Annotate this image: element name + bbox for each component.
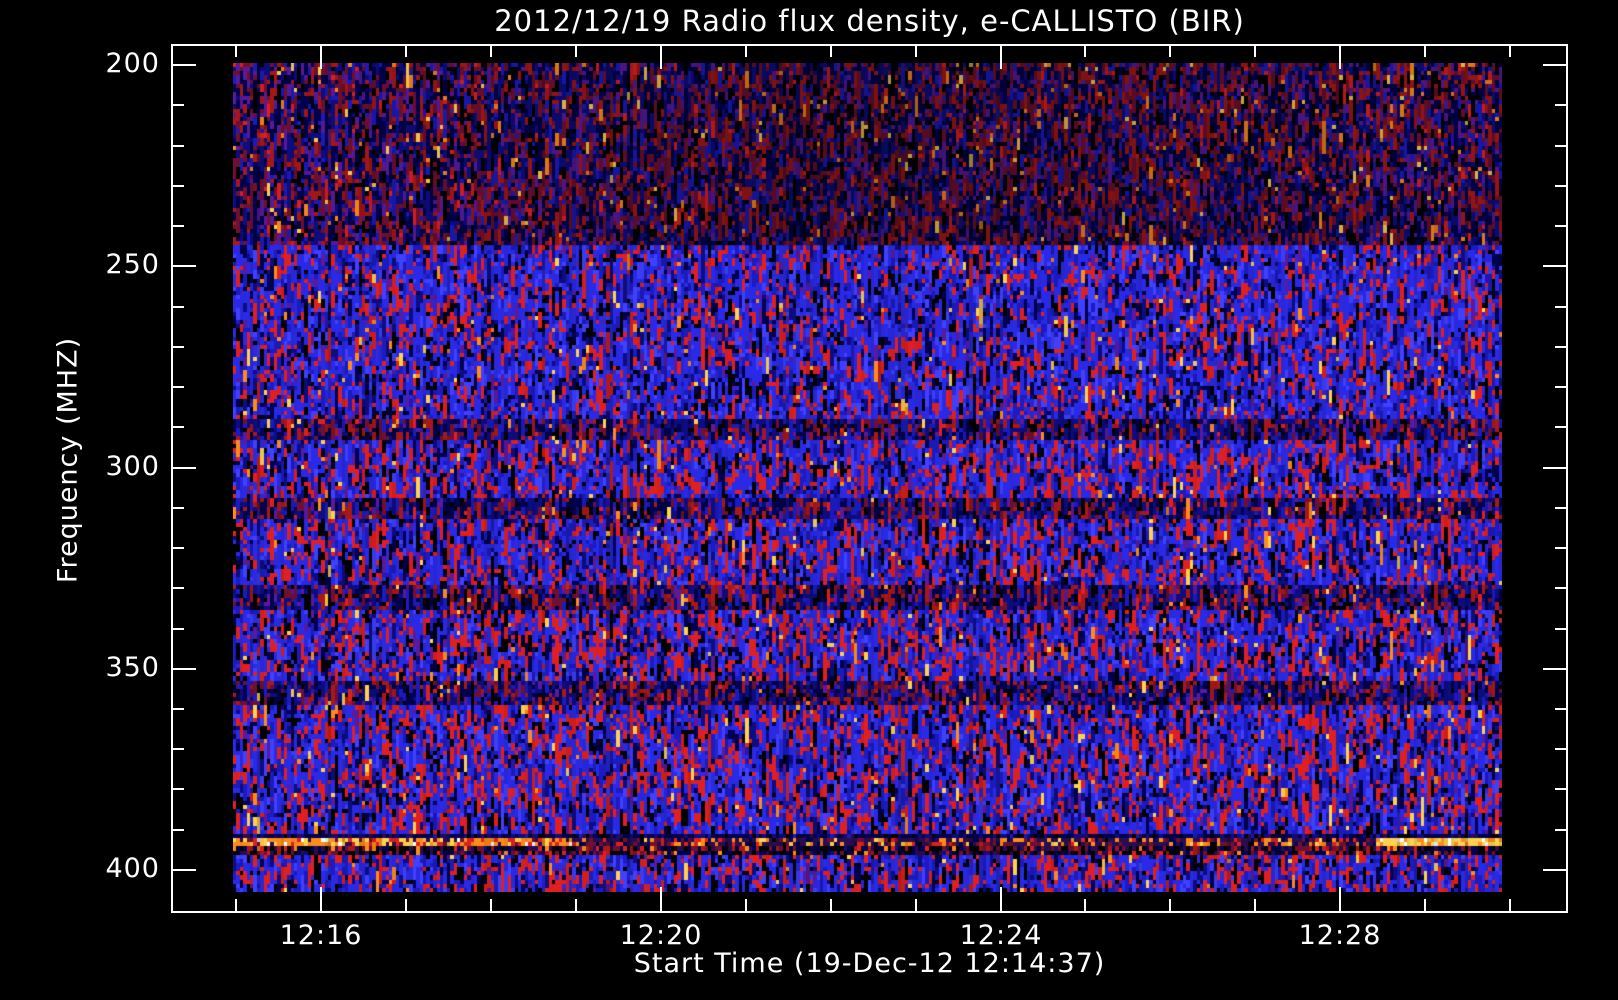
axis-tick [1555, 104, 1567, 106]
x-axis-label: Start Time (19-Dec-12 12:14:37) [633, 948, 1106, 979]
axis-tick [172, 587, 184, 589]
axis-tick [1254, 45, 1256, 57]
axis-tick [490, 45, 492, 57]
axis-tick [915, 899, 917, 911]
axis-tick [660, 887, 662, 911]
axis-tick [1543, 869, 1567, 871]
axis-tick [490, 899, 492, 911]
y-tick-label: 300 [105, 451, 160, 482]
axis-tick [320, 887, 322, 911]
axis-tick [1555, 788, 1567, 790]
axis-tick [1000, 887, 1002, 911]
axis-tick [172, 829, 184, 831]
axis-tick [1424, 45, 1426, 57]
axis-tick [172, 265, 196, 267]
axis-tick [405, 899, 407, 911]
axis-tick [1555, 426, 1567, 428]
axis-tick [1555, 587, 1567, 589]
axis-tick [405, 45, 407, 57]
axis-tick [575, 45, 577, 57]
axis-tick [660, 45, 662, 69]
axis-frame [171, 44, 1568, 913]
axis-tick [1555, 225, 1567, 227]
axis-tick [1555, 628, 1567, 630]
y-tick-label: 250 [105, 249, 160, 280]
axis-tick [745, 45, 747, 57]
axis-tick [172, 788, 184, 790]
axis-tick [172, 145, 184, 147]
axis-tick [1509, 45, 1511, 57]
axis-tick [1084, 899, 1086, 911]
axis-tick [830, 899, 832, 911]
axis-tick [172, 507, 184, 509]
axis-tick [1169, 899, 1171, 911]
axis-tick [1543, 467, 1567, 469]
axis-tick [172, 185, 184, 187]
axis-tick [320, 45, 322, 69]
axis-tick [1084, 45, 1086, 57]
axis-tick [1509, 899, 1511, 911]
axis-tick [172, 869, 196, 871]
axis-tick [1543, 64, 1567, 66]
axis-tick [1555, 386, 1567, 388]
axis-tick [1555, 306, 1567, 308]
axis-tick [172, 386, 184, 388]
y-tick-label: 400 [105, 853, 160, 884]
axis-tick [915, 45, 917, 57]
plot-title: 2012/12/19 Radio flux density, e-CALLIST… [494, 4, 1245, 38]
axis-tick [575, 899, 577, 911]
axis-tick [1555, 708, 1567, 710]
axis-tick [172, 104, 184, 106]
axis-tick [1543, 265, 1567, 267]
axis-tick [745, 899, 747, 911]
x-tick-label: 12:20 [619, 920, 703, 951]
axis-tick [830, 45, 832, 57]
axis-tick [172, 668, 196, 670]
axis-tick [172, 426, 184, 428]
axis-tick [172, 467, 196, 469]
axis-tick [1555, 185, 1567, 187]
axis-tick [1424, 899, 1426, 911]
axis-tick [172, 708, 184, 710]
x-tick-label: 12:24 [959, 920, 1043, 951]
axis-tick [1555, 346, 1567, 348]
axis-tick [1169, 45, 1171, 57]
axis-tick [172, 547, 184, 549]
axis-tick [235, 45, 237, 57]
spectrogram-screen: 2012/12/19 Radio flux density, e-CALLIST… [0, 0, 1618, 1000]
axis-tick [1555, 507, 1567, 509]
axis-tick [172, 628, 184, 630]
y-tick-label: 350 [105, 652, 160, 683]
axis-tick [1555, 145, 1567, 147]
axis-tick [1555, 748, 1567, 750]
axis-tick [1555, 829, 1567, 831]
axis-tick [1555, 547, 1567, 549]
axis-tick [172, 225, 184, 227]
x-tick-label: 12:16 [279, 920, 363, 951]
axis-tick [172, 306, 184, 308]
axis-tick [1000, 45, 1002, 69]
axis-tick [1543, 668, 1567, 670]
axis-tick [172, 64, 196, 66]
y-tick-label: 200 [105, 48, 160, 79]
axis-tick [1254, 899, 1256, 911]
axis-tick [1339, 45, 1341, 69]
x-tick-label: 12:28 [1298, 920, 1382, 951]
axis-tick [172, 748, 184, 750]
axis-tick [172, 346, 184, 348]
axis-tick [1339, 887, 1341, 911]
axis-tick [235, 899, 237, 911]
